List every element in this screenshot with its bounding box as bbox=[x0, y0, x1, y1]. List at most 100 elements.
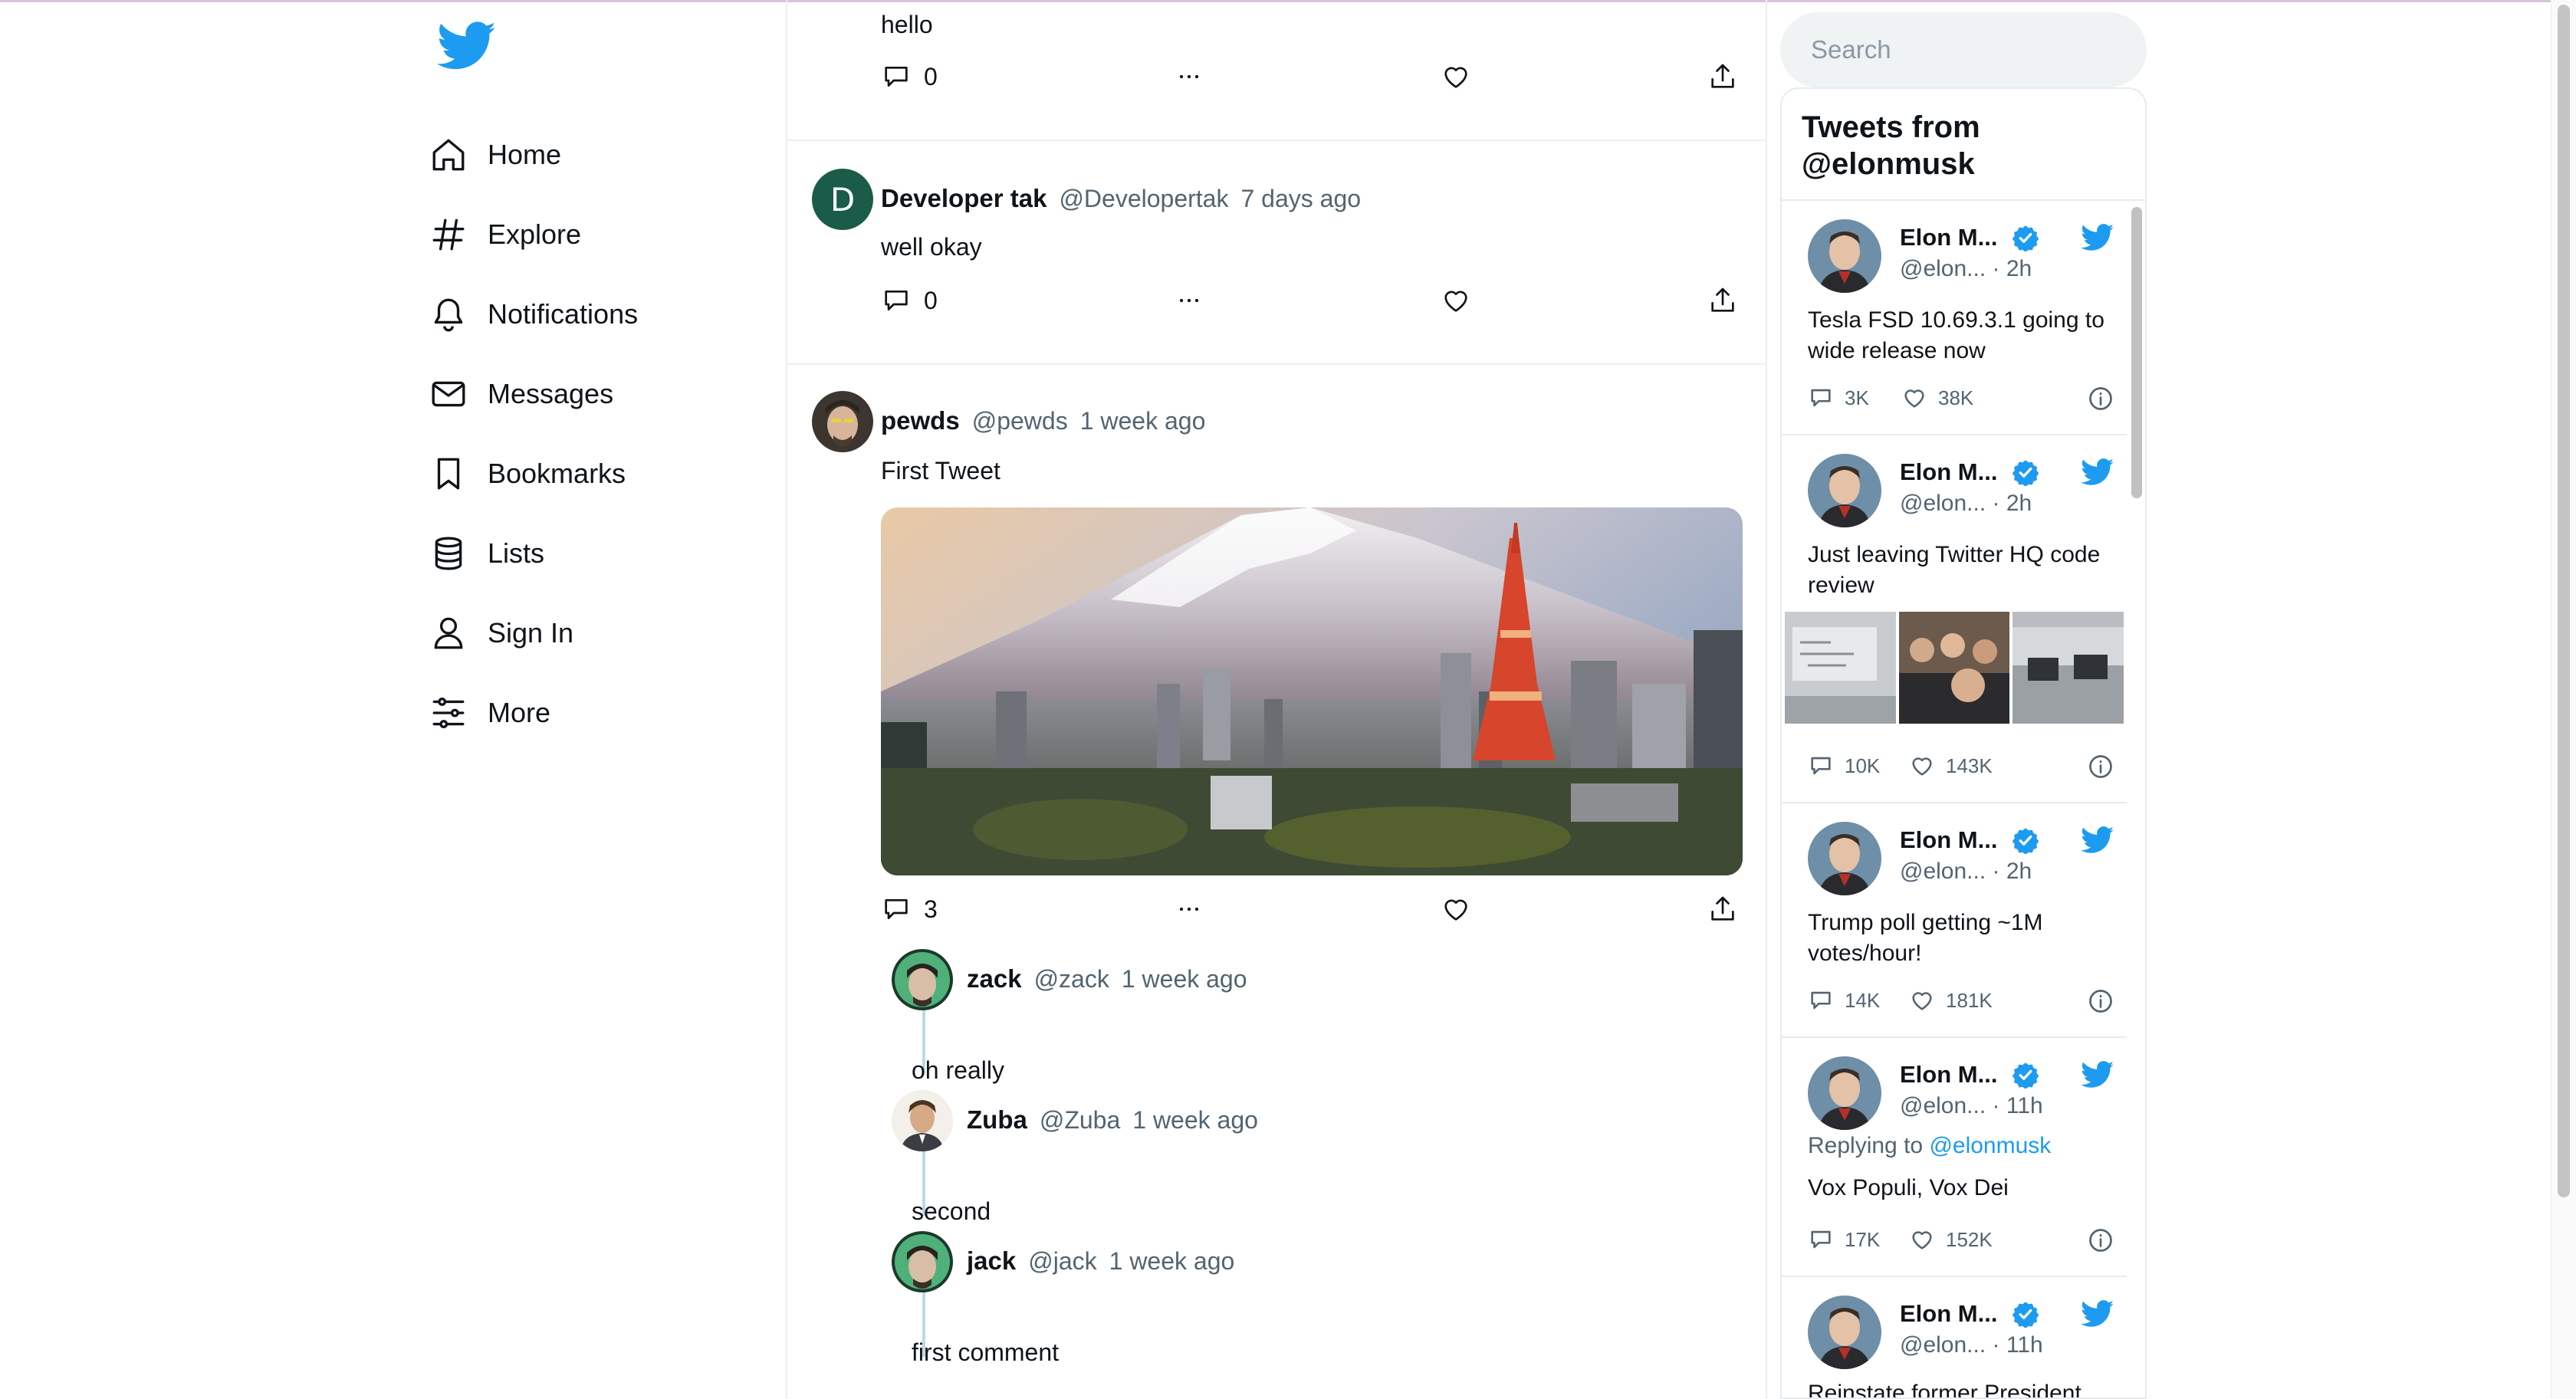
avatar[interactable] bbox=[812, 391, 873, 452]
like-button[interactable] bbox=[1441, 285, 1471, 316]
nav-messages[interactable]: Messages bbox=[429, 354, 638, 434]
envelope-icon bbox=[432, 381, 465, 407]
like-button[interactable]: 38K bbox=[1901, 385, 1973, 411]
embedded-author-handle[interactable]: @elon... · 11h bbox=[1900, 1093, 2043, 1119]
embedded-author-name[interactable]: Elon M... bbox=[1900, 458, 1997, 486]
embedded-tweet[interactable]: Elon M... @elon... · 2h Trump poll getti… bbox=[1782, 803, 2127, 1038]
tweet-image[interactable] bbox=[881, 507, 1743, 875]
info-icon[interactable] bbox=[2087, 1227, 2114, 1254]
avatar[interactable] bbox=[892, 1090, 953, 1151]
nav-explore-label: Explore bbox=[488, 218, 582, 250]
widget-scrollbar[interactable] bbox=[2131, 207, 2142, 498]
embedded-photo[interactable] bbox=[1898, 612, 2010, 724]
reply-button[interactable]: 17K bbox=[1808, 1227, 1880, 1253]
widget-title-handle[interactable]: @elonmusk bbox=[1802, 146, 1980, 182]
nav-more[interactable]: More bbox=[429, 673, 638, 753]
avatar[interactable] bbox=[1808, 219, 1881, 293]
share-button[interactable] bbox=[1707, 285, 1738, 316]
twitter-bird-icon[interactable] bbox=[2081, 458, 2114, 488]
embedded-author-handle[interactable]: @elon... · 2h bbox=[1900, 256, 2032, 282]
reply-count: 14K bbox=[1845, 988, 1881, 1012]
embedded-tweet[interactable]: Elon M... @elon... · 11h Reinstate forme… bbox=[1782, 1277, 2127, 1397]
embedded-photo-grid[interactable] bbox=[1785, 612, 2124, 724]
embedded-tweet[interactable]: Elon M... @elon... · 2h Just leaving Twi… bbox=[1782, 435, 2127, 803]
tweet-author-name[interactable]: pewds bbox=[881, 406, 960, 435]
like-button[interactable] bbox=[1441, 894, 1471, 924]
more-options-button[interactable] bbox=[1174, 61, 1204, 92]
avatar[interactable] bbox=[1808, 1056, 1881, 1130]
reply-count: 0 bbox=[924, 62, 938, 90]
reply-author-handle[interactable]: @zack bbox=[1034, 965, 1109, 993]
reply-author-handle[interactable]: @Zuba bbox=[1040, 1106, 1120, 1135]
embedded-photo[interactable] bbox=[1785, 612, 1896, 724]
nav-bookmarks-label: Bookmarks bbox=[488, 458, 626, 489]
reply-button[interactable]: 0 bbox=[881, 61, 938, 92]
embedded-tweet[interactable]: Elon M... @elon... · 11h Replying to @el… bbox=[1782, 1038, 2127, 1277]
reply-author-handle[interactable]: @jack bbox=[1028, 1247, 1096, 1276]
twitter-bird-icon[interactable] bbox=[2081, 1300, 2114, 1329]
like-button[interactable]: 143K bbox=[1909, 753, 1993, 779]
tweet-author-handle[interactable]: @Developertak bbox=[1059, 185, 1228, 213]
avatar[interactable] bbox=[892, 1231, 953, 1292]
reply-button[interactable]: 0 bbox=[881, 285, 938, 316]
like-button[interactable] bbox=[1441, 61, 1471, 92]
heart-icon bbox=[1904, 389, 1924, 408]
reply-author-name[interactable]: Zuba bbox=[967, 1105, 1027, 1135]
embedded-author-handle[interactable]: @elon... · 11h bbox=[1900, 1332, 2043, 1358]
info-icon[interactable] bbox=[2087, 987, 2114, 1015]
avatar[interactable] bbox=[1808, 822, 1881, 895]
tweet-text: well okay bbox=[881, 233, 982, 261]
reply-author-name[interactable]: jack bbox=[967, 1246, 1016, 1276]
embedded-author-name[interactable]: Elon M... bbox=[1900, 826, 1997, 854]
window-scrollbar-thumb[interactable] bbox=[2558, 5, 2570, 1197]
twitter-bird-icon[interactable] bbox=[2081, 224, 2114, 253]
embedded-author-handle[interactable]: @elon... · 2h bbox=[1900, 491, 2032, 517]
verified-badge-icon bbox=[2012, 225, 2039, 251]
avatar[interactable] bbox=[1808, 1296, 1881, 1369]
avatar[interactable] bbox=[892, 949, 953, 1010]
tweet-actions: 0 bbox=[881, 61, 1766, 95]
more-options-button[interactable] bbox=[1174, 894, 1204, 924]
nav-sign-in[interactable]: Sign In bbox=[429, 593, 638, 673]
nav-notifications[interactable]: Notifications bbox=[429, 274, 638, 354]
embedded-author-handle[interactable]: @elon... · 2h bbox=[1900, 859, 2032, 885]
avatar[interactable] bbox=[1808, 454, 1881, 527]
reply-button[interactable]: 14K bbox=[1808, 987, 1880, 1013]
share-button[interactable] bbox=[1707, 894, 1738, 924]
nav-home[interactable]: Home bbox=[429, 115, 638, 195]
embedded-photo[interactable] bbox=[2013, 612, 2124, 724]
like-button[interactable]: 181K bbox=[1909, 987, 1993, 1013]
reply-author-name[interactable]: zack bbox=[967, 964, 1022, 993]
replying-to-mention[interactable]: @elonmusk bbox=[1929, 1133, 2051, 1158]
info-icon[interactable] bbox=[2087, 385, 2114, 412]
twitter-logo-icon[interactable] bbox=[437, 21, 497, 74]
tweet-author-name[interactable]: Developer tak bbox=[881, 184, 1046, 213]
embedded-tweet[interactable]: Elon M... @elon... · 2h Tesla FSD 10.69.… bbox=[1782, 201, 2127, 435]
embedded-author-name[interactable]: Elon M... bbox=[1900, 1061, 1997, 1089]
embedded-author-name[interactable]: Elon M... bbox=[1900, 224, 1997, 251]
comment-icon bbox=[885, 291, 908, 310]
info-icon[interactable] bbox=[2087, 753, 2114, 780]
avatar[interactable]: D bbox=[812, 169, 873, 230]
home-icon bbox=[432, 139, 465, 171]
widget-title-line: Tweets from bbox=[1802, 110, 1980, 144]
nav-lists[interactable]: Lists bbox=[429, 514, 638, 593]
more-options-button[interactable] bbox=[1174, 285, 1204, 316]
lists-icon bbox=[435, 537, 462, 570]
reply-text: second bbox=[912, 1197, 991, 1225]
twitter-bird-icon[interactable] bbox=[2081, 1061, 2114, 1090]
embedded-author-name[interactable]: Elon M... bbox=[1900, 1300, 1997, 1328]
share-button[interactable] bbox=[1707, 61, 1738, 92]
nav-bookmarks[interactable]: Bookmarks bbox=[429, 434, 638, 514]
search-input[interactable] bbox=[1780, 12, 2147, 87]
reply-button[interactable]: 10K bbox=[1808, 753, 1880, 779]
share-icon bbox=[1711, 64, 1734, 88]
like-button[interactable]: 152K bbox=[1909, 1227, 1993, 1253]
nav-explore[interactable]: Explore bbox=[429, 195, 638, 274]
reply-button[interactable]: 3 bbox=[881, 894, 938, 924]
reply-button[interactable]: 3K bbox=[1808, 385, 1869, 411]
twitter-bird-icon[interactable] bbox=[2081, 826, 2114, 855]
tweet-author-handle[interactable]: @pewds bbox=[972, 407, 1068, 435]
timeline-feed: hello 0 D Developer tak @Developertak 7 … bbox=[786, 0, 1767, 1399]
embedded-tweets-list[interactable]: Elon M... @elon... · 2h Tesla FSD 10.69.… bbox=[1782, 199, 2145, 1397]
